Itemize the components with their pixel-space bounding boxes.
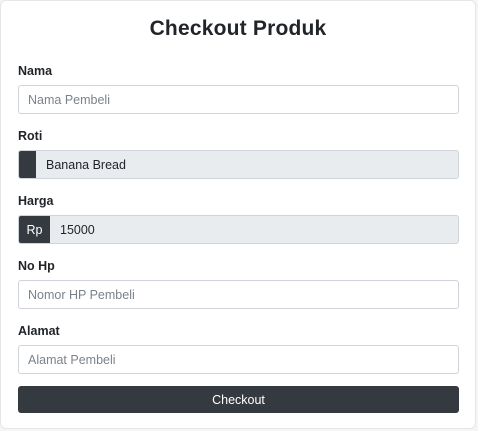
roti-addon xyxy=(19,151,36,178)
alamat-input[interactable] xyxy=(18,345,459,374)
nohp-input[interactable] xyxy=(18,280,459,309)
checkout-card: Checkout Produk Nama Roti Banana Bread H… xyxy=(0,0,476,429)
harga-currency-addon: Rp xyxy=(19,216,50,243)
harga-value: 15000 xyxy=(60,222,95,237)
page-title: Checkout Produk xyxy=(149,17,327,40)
nama-input[interactable] xyxy=(18,85,459,114)
roti-value: Banana Bread xyxy=(46,157,126,172)
alamat-label: Alamat xyxy=(18,324,60,338)
nama-label: Nama xyxy=(18,64,53,78)
roti-label: Roti xyxy=(18,129,43,143)
checkout-button[interactable]: Checkout xyxy=(18,386,459,413)
harga-label: Harga xyxy=(18,194,54,208)
roti-field: Banana Bread xyxy=(18,150,459,179)
harga-field: Rp 15000 xyxy=(18,215,459,244)
nohp-label: No Hp xyxy=(18,259,55,273)
